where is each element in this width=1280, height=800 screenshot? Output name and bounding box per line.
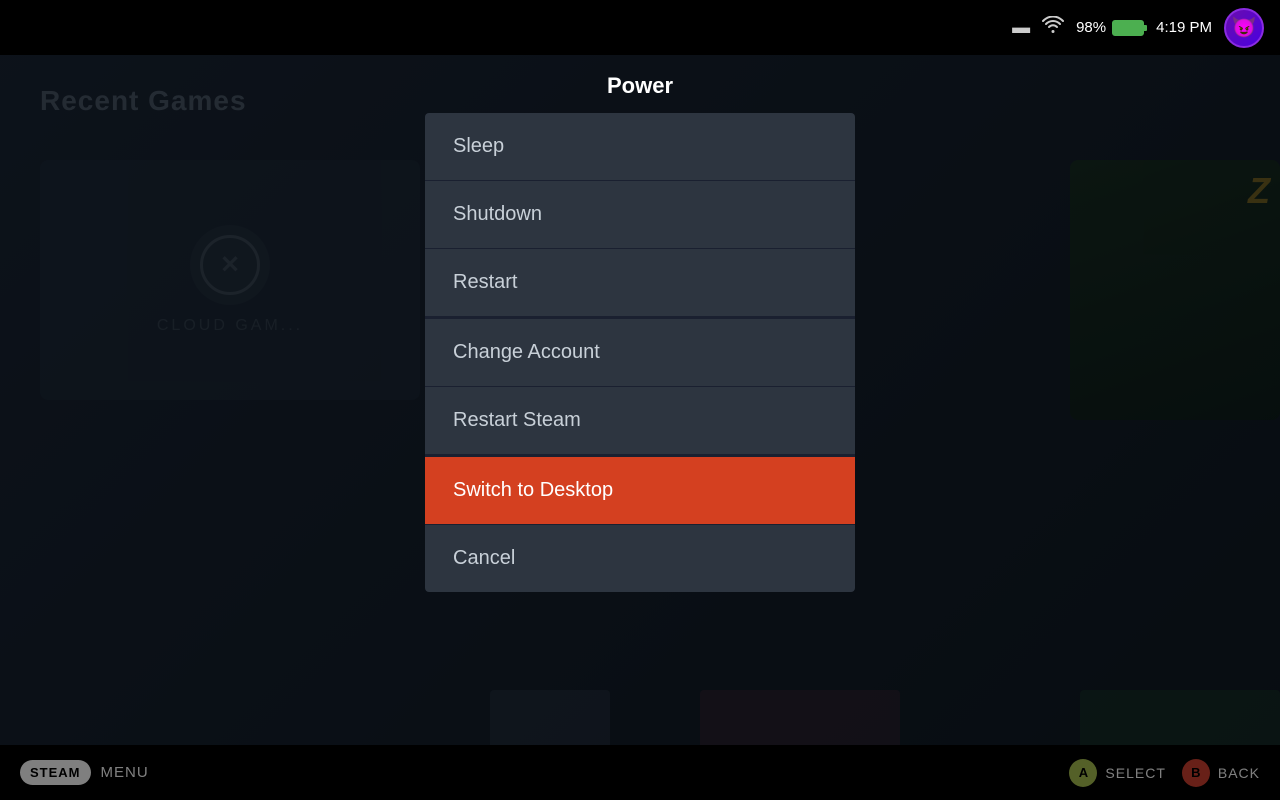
cancel-label: Cancel: [453, 547, 515, 570]
wifi-icon: [1042, 16, 1064, 39]
shutdown-label: Shutdown: [453, 203, 542, 226]
menu-item-shutdown[interactable]: Shutdown: [425, 181, 855, 249]
menu-item-sleep[interactable]: Sleep: [425, 113, 855, 181]
battery-area: 98%: [1076, 19, 1144, 36]
avatar-icon: 😈: [1232, 15, 1257, 40]
avatar[interactable]: 😈: [1224, 8, 1264, 48]
menu-item-restart-steam[interactable]: Restart Steam: [425, 387, 855, 455]
restart-label: Restart: [453, 271, 517, 294]
menu-item-change-account[interactable]: Change Account: [425, 319, 855, 387]
power-menu: Sleep Shutdown Restart Change Account Re…: [425, 113, 855, 592]
menu-item-switch-to-desktop[interactable]: Switch to Desktop: [425, 457, 855, 525]
switch-to-desktop-label: Switch to Desktop: [453, 479, 613, 502]
battery-percent: 98%: [1076, 19, 1106, 36]
clock: 4:19 PM: [1156, 19, 1212, 36]
battery-icon: [1112, 20, 1144, 36]
menu-item-restart[interactable]: Restart: [425, 249, 855, 317]
menu-item-cancel[interactable]: Cancel: [425, 525, 855, 592]
sleep-label: Sleep: [453, 135, 504, 158]
top-bar: ▬ 98% 4:19 PM 😈: [0, 0, 1280, 55]
power-title: Power: [425, 55, 855, 113]
power-dialog: Power Sleep Shutdown Restart Change Acco…: [425, 55, 855, 592]
restart-steam-label: Restart Steam: [453, 409, 581, 432]
change-account-label: Change Account: [453, 341, 600, 364]
sd-card-icon: ▬: [1012, 17, 1030, 38]
